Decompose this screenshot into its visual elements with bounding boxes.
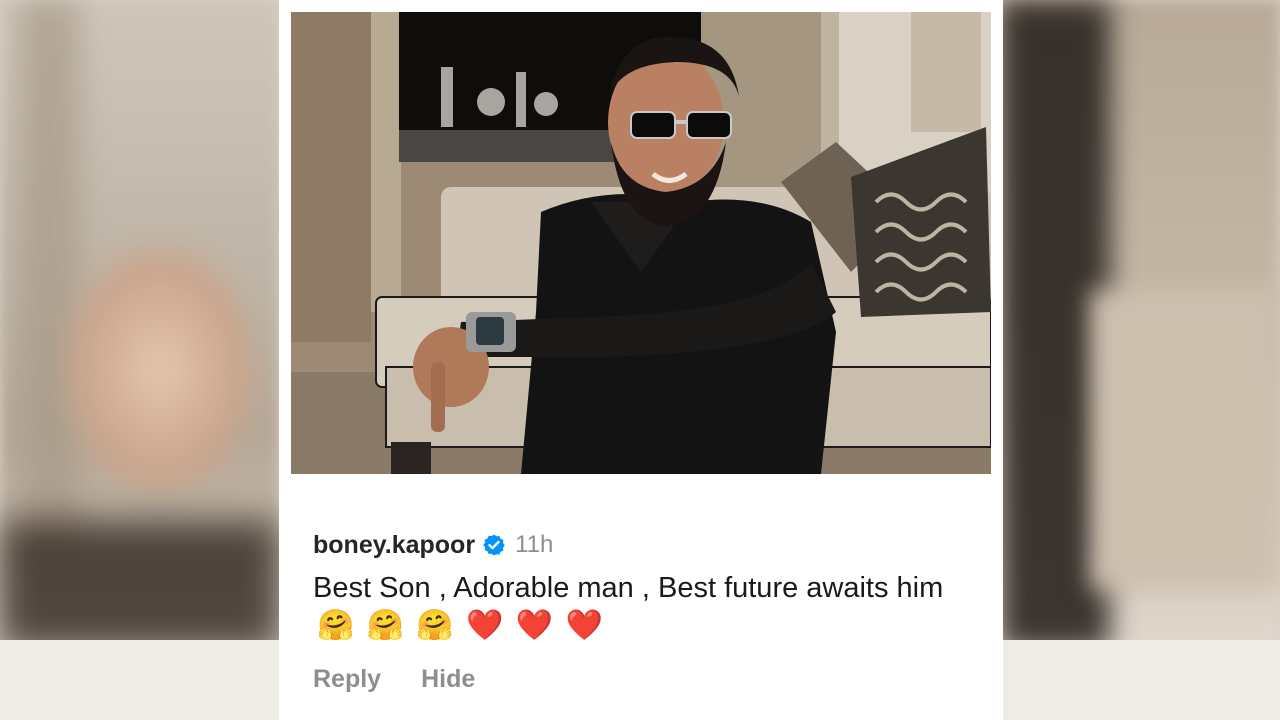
red-heart-emoji: ❤️ (515, 609, 554, 642)
blurred-background-right (1000, 0, 1280, 720)
red-heart-emoji: ❤️ (466, 609, 504, 642)
comment-text: Best Son , Adorable man , Best future aw… (313, 572, 944, 604)
screenshot-stage: boney.kapoor 11h Best Son , Adorable man… (0, 0, 1280, 720)
hugging-face-emoji: 🤗 (366, 609, 405, 642)
red-heart-emoji: ❤️ (565, 609, 603, 642)
comment-card: boney.kapoor 11h Best Son , Adorable man… (279, 0, 1003, 720)
reply-button[interactable]: Reply (313, 665, 381, 694)
verified-badge-icon (483, 534, 505, 556)
post-photo (291, 12, 991, 474)
comment-actions: Reply Hide (313, 665, 973, 694)
comment-emojis: 🤗 🤗 🤗 ❤️ ❤️ ❤️ (313, 609, 603, 642)
comment: boney.kapoor 11h Best Son , Adorable man… (313, 526, 973, 694)
blurred-background-left (0, 0, 280, 720)
hugging-face-emoji: 🤗 (416, 609, 454, 642)
comment-header: boney.kapoor 11h (313, 526, 973, 564)
comment-timestamp: 11h (515, 531, 554, 558)
username-link[interactable]: boney.kapoor (313, 531, 475, 560)
hide-button[interactable]: Hide (421, 665, 475, 694)
hugging-face-emoji: 🤗 (317, 609, 355, 642)
comment-body: Best Son , Adorable man , Best future aw… (313, 570, 973, 645)
